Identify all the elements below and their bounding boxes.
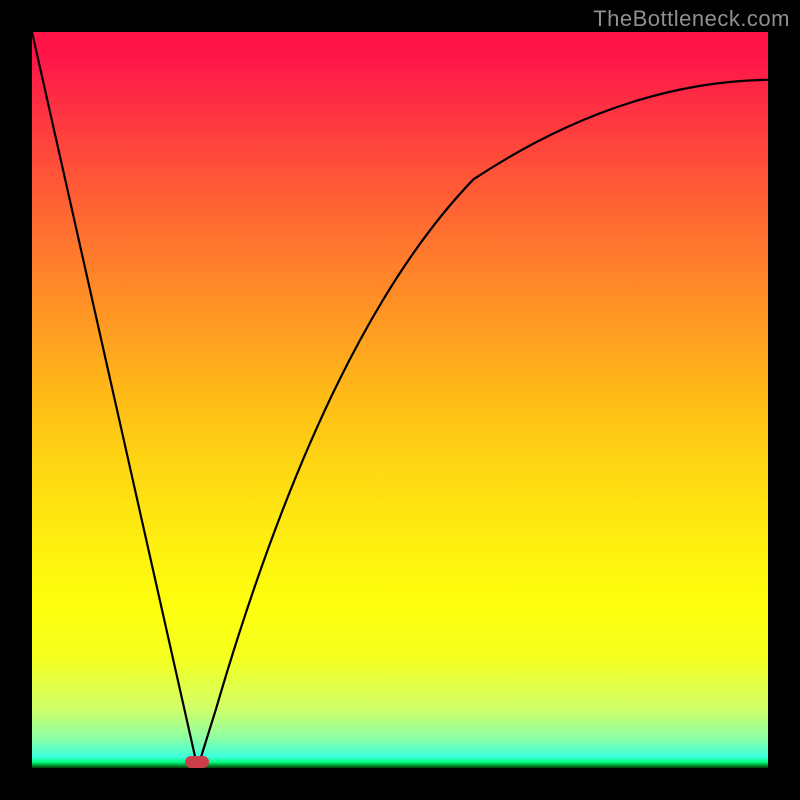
chart-frame: TheBottleneck.com — [0, 0, 800, 800]
curve-svg — [32, 32, 768, 768]
watermark-label: TheBottleneck.com — [593, 6, 790, 32]
bottleneck-curve — [32, 32, 768, 768]
min-marker — [185, 756, 209, 768]
plot-area — [32, 32, 768, 768]
